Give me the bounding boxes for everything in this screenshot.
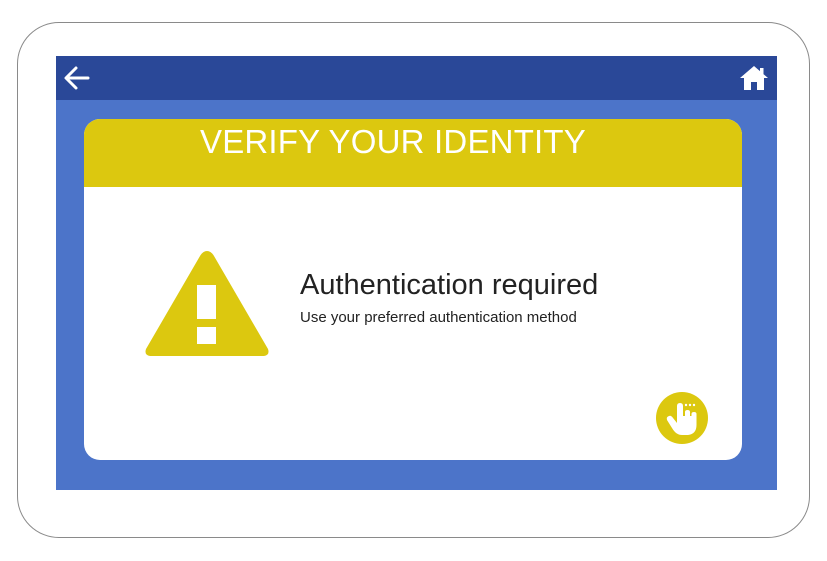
card-header: VERIFY YOUR IDENTITY: [84, 119, 742, 187]
device-screen: VERIFY YOUR IDENTITY Authentication requ…: [56, 56, 777, 490]
back-button[interactable]: [62, 64, 92, 92]
home-button[interactable]: [737, 63, 771, 93]
message-subtitle: Use your preferred authentication method: [300, 309, 577, 326]
home-icon: [740, 66, 768, 90]
card-title: VERIFY YOUR IDENTITY: [199, 123, 586, 160]
verify-identity-card: VERIFY YOUR IDENTITY Authentication requ…: [84, 119, 742, 460]
arrow-left-icon: [64, 66, 90, 90]
message-title: Authentication required: [300, 269, 599, 301]
authenticate-touch-button[interactable]: [655, 391, 709, 445]
warning-triangle-icon: [142, 245, 272, 359]
top-bar: [56, 56, 777, 100]
hand-touch-icon: [656, 392, 708, 444]
